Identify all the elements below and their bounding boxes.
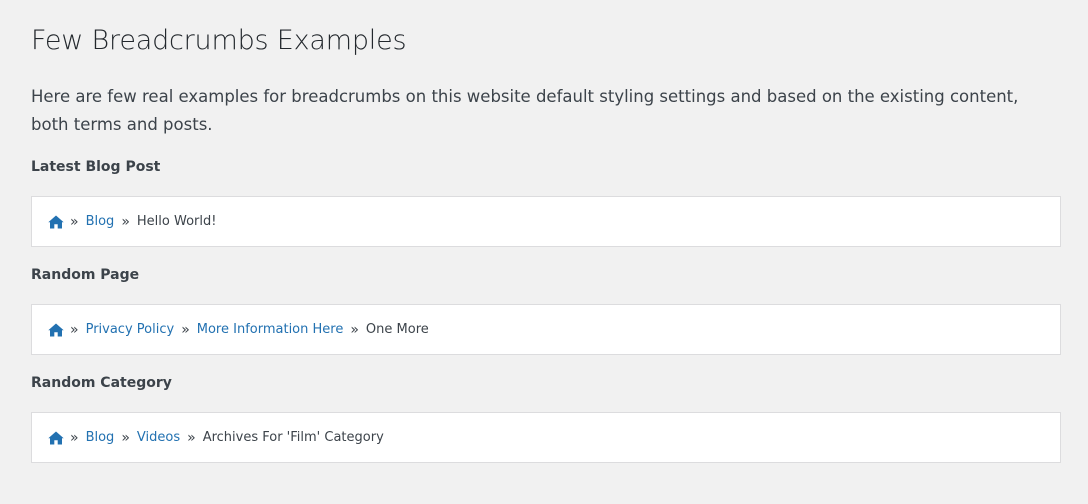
section-title-latest-blog-post: Latest Blog Post bbox=[31, 159, 161, 175]
breadcrumb: » Blog » Videos » Archives For 'Film' Ca… bbox=[31, 412, 1061, 463]
breadcrumb: » Blog » Hello World! bbox=[31, 196, 1061, 247]
breadcrumb-link-blog[interactable]: Blog bbox=[86, 214, 115, 229]
page-title: Few Breadcrumbs Examples bbox=[31, 25, 407, 56]
breadcrumb-link-more-information-here[interactable]: More Information Here bbox=[197, 322, 344, 337]
breadcrumb-separator: » bbox=[181, 321, 190, 338]
breadcrumb-separator: » bbox=[70, 321, 79, 338]
breadcrumb-current: One More bbox=[365, 322, 429, 337]
home-icon[interactable] bbox=[48, 323, 64, 337]
breadcrumb-link-privacy-policy[interactable]: Privacy Policy bbox=[86, 322, 175, 337]
breadcrumb: » Privacy Policy » More Information Here… bbox=[31, 304, 1061, 355]
breadcrumb-separator: » bbox=[121, 429, 130, 446]
breadcrumb-link-videos[interactable]: Videos bbox=[137, 430, 180, 445]
home-icon[interactable] bbox=[48, 215, 64, 229]
content-wrap: Few Breadcrumbs Examples Here are few re… bbox=[0, 0, 1088, 463]
page-intro: Here are few real examples for breadcrum… bbox=[31, 87, 1019, 134]
breadcrumb-separator: » bbox=[70, 429, 79, 446]
breadcrumb-current: Archives For 'Film' Category bbox=[202, 430, 384, 445]
breadcrumb-link-blog[interactable]: Blog bbox=[86, 430, 115, 445]
section-title-random-page: Random Page bbox=[31, 267, 140, 283]
breadcrumb-current: Hello World! bbox=[136, 214, 217, 229]
breadcrumb-separator: » bbox=[187, 429, 196, 446]
breadcrumb-separator: » bbox=[70, 213, 79, 230]
section-title-random-category: Random Category bbox=[31, 375, 172, 391]
breadcrumb-separator: » bbox=[121, 213, 130, 230]
home-icon[interactable] bbox=[48, 431, 64, 445]
breadcrumb-separator: » bbox=[350, 321, 359, 338]
